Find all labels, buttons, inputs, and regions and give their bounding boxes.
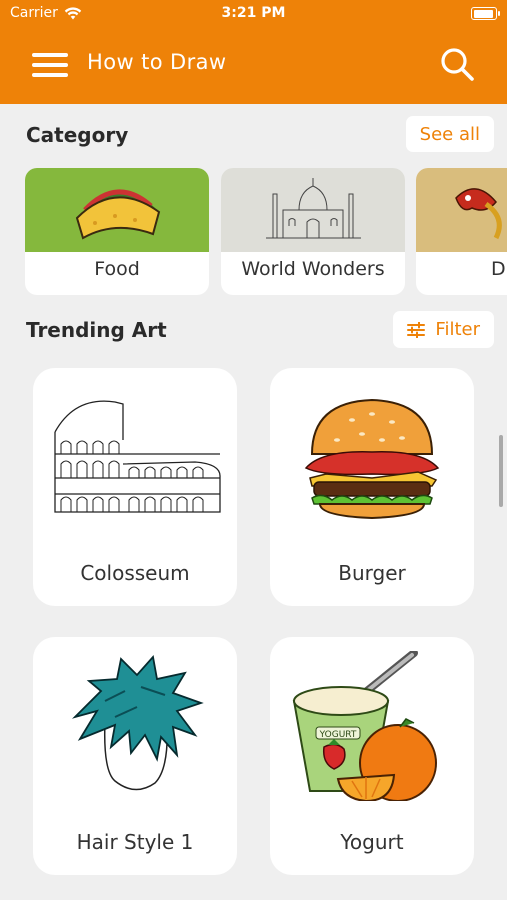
- battery-icon: [471, 7, 500, 20]
- art-card-label: Hair Style 1: [76, 830, 194, 854]
- art-card-label: Burger: [338, 561, 406, 585]
- art-card-hair-style-1[interactable]: Hair Style 1: [33, 637, 237, 875]
- menu-button[interactable]: [30, 50, 70, 80]
- colosseum-image: [54, 400, 221, 513]
- category-label: World Wonders: [241, 258, 385, 280]
- dragon-image: [416, 168, 507, 252]
- art-card-colosseum[interactable]: Colosseum: [33, 368, 237, 606]
- svg-text:YOGURT: YOGURT: [319, 730, 357, 740]
- taj-mahal-image: [221, 168, 405, 252]
- burger-image: [304, 398, 440, 520]
- hair-style-image: [71, 655, 204, 791]
- see-all-label: See all: [419, 123, 480, 145]
- clock: 3:21 PM: [221, 5, 286, 21]
- trending-title: Trending Art: [26, 318, 167, 342]
- category-title: Category: [26, 123, 129, 147]
- filter-label: Filter: [435, 319, 480, 340]
- category-carousel[interactable]: Food World Wonders D: [0, 168, 507, 296]
- scroll-indicator[interactable]: [499, 435, 503, 507]
- category-label: Food: [94, 258, 140, 280]
- search-icon: [441, 48, 474, 81]
- trending-header: Trending Art Filter: [0, 311, 507, 351]
- yogurt-image: YOGURT: [292, 651, 437, 801]
- category-card-world-wonders[interactable]: World Wonders: [221, 168, 405, 295]
- filter-icon: [407, 321, 426, 338]
- category-label: Dra: [490, 258, 507, 280]
- search-button[interactable]: [439, 46, 477, 84]
- filter-button[interactable]: Filter: [393, 311, 494, 348]
- top-bar: Carrier 3:21 PM How to Draw: [0, 0, 507, 104]
- app-title: How to Draw: [87, 50, 227, 74]
- food-image: [25, 168, 209, 252]
- art-card-yogurt[interactable]: YOGURT Yogurt: [270, 637, 474, 875]
- see-all-button[interactable]: See all: [405, 116, 494, 152]
- navigation-bar: How to Draw: [0, 38, 507, 90]
- art-card-burger[interactable]: Burger: [270, 368, 474, 606]
- category-card-dragon[interactable]: Dra: [416, 168, 507, 295]
- art-card-label: Yogurt: [340, 830, 404, 854]
- category-header: Category See all: [0, 116, 507, 156]
- art-card-label: Colosseum: [80, 561, 190, 585]
- status-bar: Carrier 3:21 PM: [0, 0, 507, 28]
- category-card-food[interactable]: Food: [25, 168, 209, 295]
